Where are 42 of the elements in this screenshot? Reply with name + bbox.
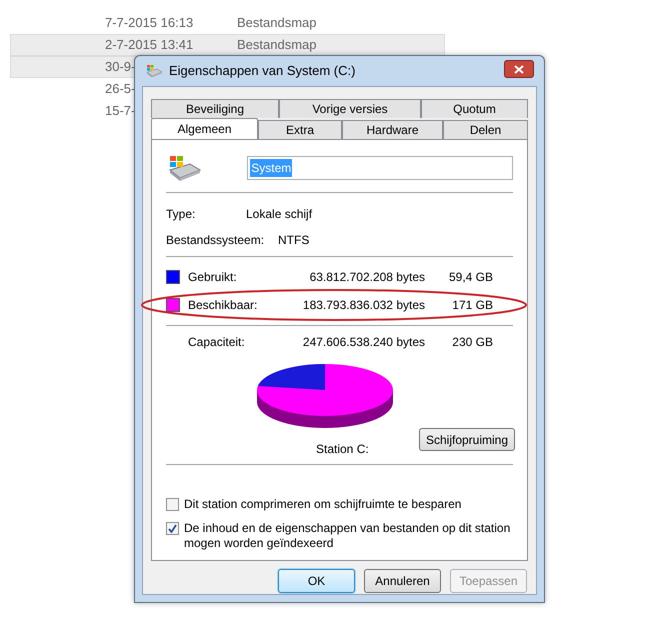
tab[interactable]: Algemeen xyxy=(151,118,258,139)
storage-bytes: 183.793.836.032 bytes xyxy=(302,297,425,314)
info-label: Bestandssysteem: xyxy=(166,232,266,249)
close-button[interactable] xyxy=(504,60,534,78)
storage-bytes: 63.812.702.208 bytes xyxy=(308,269,425,286)
capacity-size: 230 GB xyxy=(451,334,493,352)
info-value: NTFS xyxy=(278,232,310,249)
file-date: 26-5- xyxy=(105,81,136,96)
drive-label: Station C: xyxy=(316,440,369,458)
tab[interactable]: Beveiliging xyxy=(151,99,279,118)
storage-label: Beschikbaar: xyxy=(188,297,258,314)
file-date: 2-7-2015 13:41 xyxy=(105,37,194,52)
storage-size: 59,4 GB xyxy=(448,269,493,286)
dialog-button[interactable]: OK xyxy=(278,569,355,593)
info-label: Type: xyxy=(166,206,196,223)
storage-label: Gebruikt: xyxy=(188,269,238,286)
file-date: 7-7-2015 16:13 xyxy=(105,15,194,30)
capacity-bytes: 247.606.538.240 bytes xyxy=(302,334,425,352)
storage-size: 171 GB xyxy=(451,297,493,314)
info-value: Lokale schijf xyxy=(246,206,312,223)
tab[interactable]: Vorige versies xyxy=(279,99,421,118)
file-row[interactable]: 2-7-2015 13:41 Bestandsmap xyxy=(10,34,445,56)
checkbox-label: Dit station comprimeren om schijfruimte te besparen xyxy=(184,496,462,512)
capacity-label: Capaciteit: xyxy=(188,334,246,352)
drive-icon xyxy=(145,64,163,78)
tab[interactable]: Delen xyxy=(443,120,528,139)
dialog-button[interactable]: Annuleren xyxy=(364,569,441,593)
file-date: 30-9- xyxy=(105,59,136,74)
file-type: Bestandsmap xyxy=(237,14,316,32)
close-icon xyxy=(514,64,524,74)
window-title: Eigenschappen van System (C:) xyxy=(169,62,356,80)
check-icon xyxy=(168,524,177,533)
tab[interactable]: Extra xyxy=(258,120,342,139)
checkbox-label: De inhoud en de eigenschappen van bestanden op dit station mogen worden geïndexeerd xyxy=(184,520,512,551)
tab[interactable]: Quotum xyxy=(421,99,528,118)
checkbox[interactable] xyxy=(166,498,179,511)
file-type: Bestandsmap xyxy=(237,36,316,54)
checkbox[interactable] xyxy=(166,522,179,535)
drive-icon xyxy=(166,154,202,182)
file-row[interactable]: 7-7-2015 16:13 Bestandsmap xyxy=(10,12,445,34)
tab[interactable]: Hardware xyxy=(342,120,443,139)
cleanup-button[interactable]: Schijfopruiming xyxy=(419,428,515,452)
